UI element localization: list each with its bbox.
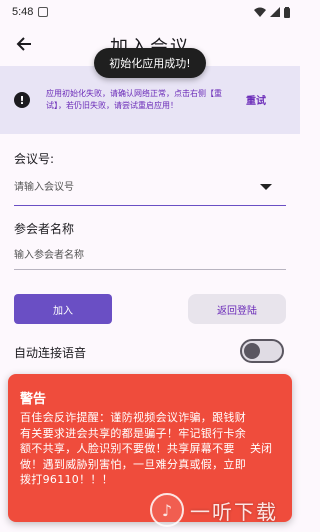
status-time: 5:48 xyxy=(12,6,34,18)
dropdown-arrow-icon[interactable] xyxy=(260,184,272,190)
join-button[interactable]: 加入 xyxy=(14,294,112,324)
participant-name-label: 参会者名称 xyxy=(14,222,75,236)
meeting-number-input[interactable] xyxy=(14,178,244,196)
signal-icon xyxy=(270,7,280,17)
meeting-number-dropdown[interactable] xyxy=(14,170,286,206)
status-left: 5:48 xyxy=(12,6,49,18)
watermark-text: 一听下载 xyxy=(190,499,278,524)
meeting-number-label: 会议号: xyxy=(14,152,55,166)
toggle-knob xyxy=(244,343,260,359)
battery-icon xyxy=(284,6,290,18)
error-icon: ! xyxy=(14,92,30,108)
watermark-logo-icon: ♪ xyxy=(150,493,184,527)
status-bar: 5:48 xyxy=(0,0,300,24)
wifi-icon xyxy=(254,7,266,17)
warning-message: 百佳会反诈提醒：谨防视频会议诈骗，跟钱财有关要求进会共享的都是骗子！牢记银行卡余… xyxy=(20,411,246,486)
watermark: ♪ 一听下载 xyxy=(150,490,300,530)
close-button[interactable]: 关闭 xyxy=(250,440,272,456)
toast-message: 初始化应用成功! xyxy=(94,48,206,78)
error-message: 应用初始化失败，请确认网络正常，点击右侧【重试】，若仍旧失败，请尝试重启应用！ xyxy=(46,89,222,110)
back-to-login-button[interactable]: 返回登陆 xyxy=(188,294,286,324)
auto-audio-toggle[interactable] xyxy=(240,339,284,363)
google-icon xyxy=(38,7,49,17)
auto-audio-label: 自动连接语音 xyxy=(14,346,87,360)
retry-button[interactable]: 重试 xyxy=(236,92,276,108)
warning-title: 警告 xyxy=(20,392,47,407)
status-right xyxy=(254,6,290,18)
participant-name-input[interactable] xyxy=(14,246,244,264)
participant-name-field[interactable] xyxy=(14,238,286,270)
